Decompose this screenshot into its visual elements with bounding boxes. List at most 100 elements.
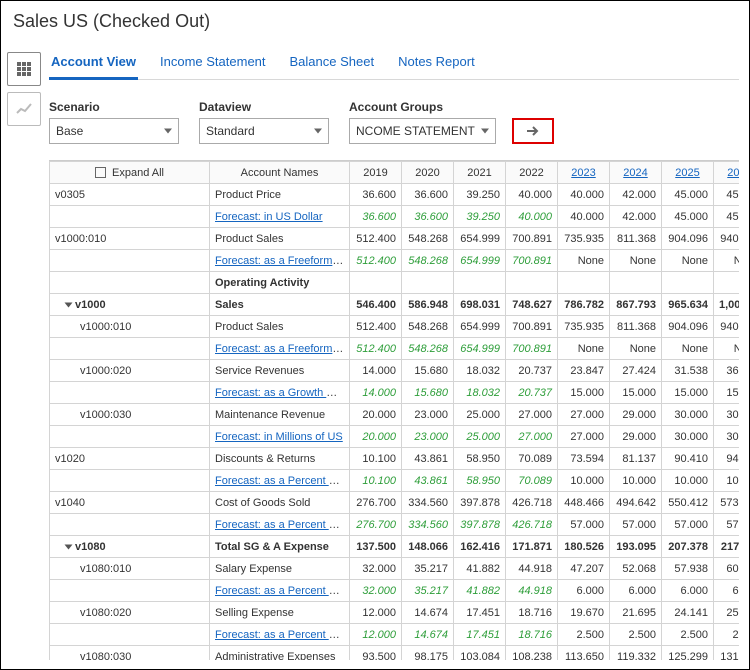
value-cell[interactable]: 12.000 xyxy=(350,624,402,646)
value-cell[interactable]: 23.000 xyxy=(402,426,454,448)
value-cell[interactable]: 21.695 xyxy=(610,602,662,624)
value-cell[interactable]: 57.000 xyxy=(662,514,714,536)
value-cell[interactable]: 548.268 xyxy=(402,338,454,360)
value-cell[interactable]: 94.026 xyxy=(714,448,740,470)
value-cell[interactable]: 20.737 xyxy=(506,360,558,382)
value-cell[interactable]: 10.000 xyxy=(610,470,662,492)
account-name-cell[interactable]: Forecast: as a Percent of S xyxy=(210,624,350,646)
value-cell[interactable]: 276.700 xyxy=(350,514,402,536)
value-cell[interactable]: 548.268 xyxy=(402,250,454,272)
value-cell[interactable]: 2.500 xyxy=(610,624,662,646)
tab-notes-report[interactable]: Notes Report xyxy=(396,48,477,79)
value-cell[interactable]: 30.000 xyxy=(714,404,740,426)
value-cell[interactable]: 2.500 xyxy=(714,624,740,646)
value-cell[interactable]: 426.718 xyxy=(506,514,558,536)
value-cell[interactable]: 57.000 xyxy=(558,514,610,536)
value-cell[interactable]: 20.000 xyxy=(350,426,402,448)
value-cell[interactable]: 6.000 xyxy=(558,580,610,602)
value-cell[interactable]: 162.416 xyxy=(454,536,506,558)
value-cell[interactable]: 397.878 xyxy=(454,492,506,514)
value-cell[interactable]: 81.137 xyxy=(610,448,662,470)
account-cell[interactable]: v1000 xyxy=(50,294,210,316)
value-cell[interactable]: 904.096 xyxy=(662,316,714,338)
account-name-cell[interactable]: Forecast: in US Dollar xyxy=(210,206,350,228)
value-cell[interactable]: 39.250 xyxy=(454,184,506,206)
value-cell[interactable]: 512.400 xyxy=(350,338,402,360)
value-cell[interactable]: 748.627 xyxy=(506,294,558,316)
value-cell[interactable]: 2.500 xyxy=(558,624,610,646)
value-cell[interactable]: 25.163 xyxy=(714,602,740,624)
value-cell[interactable]: 12.000 xyxy=(350,602,402,624)
value-cell[interactable]: 19.670 xyxy=(558,602,610,624)
value-cell[interactable]: 586.948 xyxy=(402,294,454,316)
value-cell[interactable]: 20.737 xyxy=(506,382,558,404)
value-cell[interactable]: None xyxy=(662,250,714,272)
value-cell[interactable]: 45.000 xyxy=(714,184,740,206)
value-cell[interactable]: 448.466 xyxy=(558,492,610,514)
value-cell[interactable]: 30.000 xyxy=(662,426,714,448)
value-cell[interactable]: 60.392 xyxy=(714,558,740,580)
value-cell[interactable]: 27.000 xyxy=(506,404,558,426)
value-cell[interactable]: 904.096 xyxy=(662,228,714,250)
value-cell[interactable]: 30.000 xyxy=(662,404,714,426)
value-cell[interactable]: 40.000 xyxy=(506,206,558,228)
value-cell[interactable]: 698.031 xyxy=(454,294,506,316)
value-cell[interactable]: 148.066 xyxy=(402,536,454,558)
value-cell[interactable]: 6.000 xyxy=(662,580,714,602)
value-cell[interactable]: 700.891 xyxy=(506,338,558,360)
tab-income-statement[interactable]: Income Statement xyxy=(158,48,268,79)
value-cell[interactable]: 41.882 xyxy=(454,558,506,580)
tree-toggle-icon[interactable] xyxy=(65,302,73,307)
value-cell[interactable]: 25.000 xyxy=(454,426,506,448)
value-cell[interactable]: 42.000 xyxy=(610,206,662,228)
value-cell[interactable]: 42.000 xyxy=(610,184,662,206)
go-button[interactable] xyxy=(512,118,554,144)
value-cell[interactable]: 36.600 xyxy=(402,184,454,206)
value-cell[interactable]: 23.847 xyxy=(558,360,610,382)
value-cell[interactable]: 18.716 xyxy=(506,624,558,646)
value-cell[interactable]: 45.000 xyxy=(662,184,714,206)
value-cell[interactable]: 36.269 xyxy=(714,360,740,382)
value-cell[interactable]: 57.938 xyxy=(662,558,714,580)
value-cell[interactable]: 14.674 xyxy=(402,624,454,646)
value-cell[interactable]: 6.000 xyxy=(714,580,740,602)
value-cell[interactable]: 90.410 xyxy=(662,448,714,470)
value-cell[interactable]: 17.451 xyxy=(454,624,506,646)
value-cell[interactable]: 811.368 xyxy=(610,228,662,250)
value-cell[interactable]: 6.000 xyxy=(610,580,662,602)
value-cell[interactable]: 31.538 xyxy=(662,360,714,382)
account-name-cell[interactable]: Forecast: as a Percent of P xyxy=(210,470,350,492)
value-cell[interactable] xyxy=(610,272,662,294)
value-cell[interactable]: None xyxy=(558,250,610,272)
value-cell[interactable]: 14.000 xyxy=(350,360,402,382)
value-cell[interactable]: 193.095 xyxy=(610,536,662,558)
value-cell[interactable]: 35.217 xyxy=(402,558,454,580)
value-cell[interactable]: 512.400 xyxy=(350,250,402,272)
expand-all-header[interactable]: Expand All xyxy=(50,162,210,184)
value-cell[interactable]: 217.119 xyxy=(714,536,740,558)
account-groups-select[interactable]: NCOME STATEMENT xyxy=(349,118,496,144)
value-cell[interactable]: 18.032 xyxy=(454,360,506,382)
value-cell[interactable]: 57.000 xyxy=(714,514,740,536)
value-cell[interactable]: None xyxy=(662,338,714,360)
scenario-select[interactable]: Base xyxy=(49,118,179,144)
value-cell[interactable]: None xyxy=(610,250,662,272)
value-cell[interactable]: 27.000 xyxy=(558,404,610,426)
value-cell[interactable]: 334.560 xyxy=(402,492,454,514)
value-cell[interactable]: 654.999 xyxy=(454,316,506,338)
value-cell[interactable]: 40.000 xyxy=(558,206,610,228)
tab-account-view[interactable]: Account View xyxy=(49,48,138,80)
value-cell[interactable]: 113.650 xyxy=(558,646,610,661)
value-cell[interactable]: 10.000 xyxy=(662,470,714,492)
value-cell[interactable]: 73.594 xyxy=(558,448,610,470)
value-cell[interactable]: 811.368 xyxy=(610,316,662,338)
value-cell[interactable]: 18.716 xyxy=(506,602,558,624)
value-cell[interactable]: 27.000 xyxy=(558,426,610,448)
value-cell[interactable]: 93.500 xyxy=(350,646,402,661)
value-cell[interactable]: 18.032 xyxy=(454,382,506,404)
value-cell[interactable]: 397.878 xyxy=(454,514,506,536)
value-cell[interactable]: 207.378 xyxy=(662,536,714,558)
value-cell[interactable]: 20.000 xyxy=(350,404,402,426)
account-name-cell[interactable]: Forecast: as a Percent of P xyxy=(210,514,350,536)
account-name-cell[interactable]: Forecast: as a Growth Rate xyxy=(210,382,350,404)
